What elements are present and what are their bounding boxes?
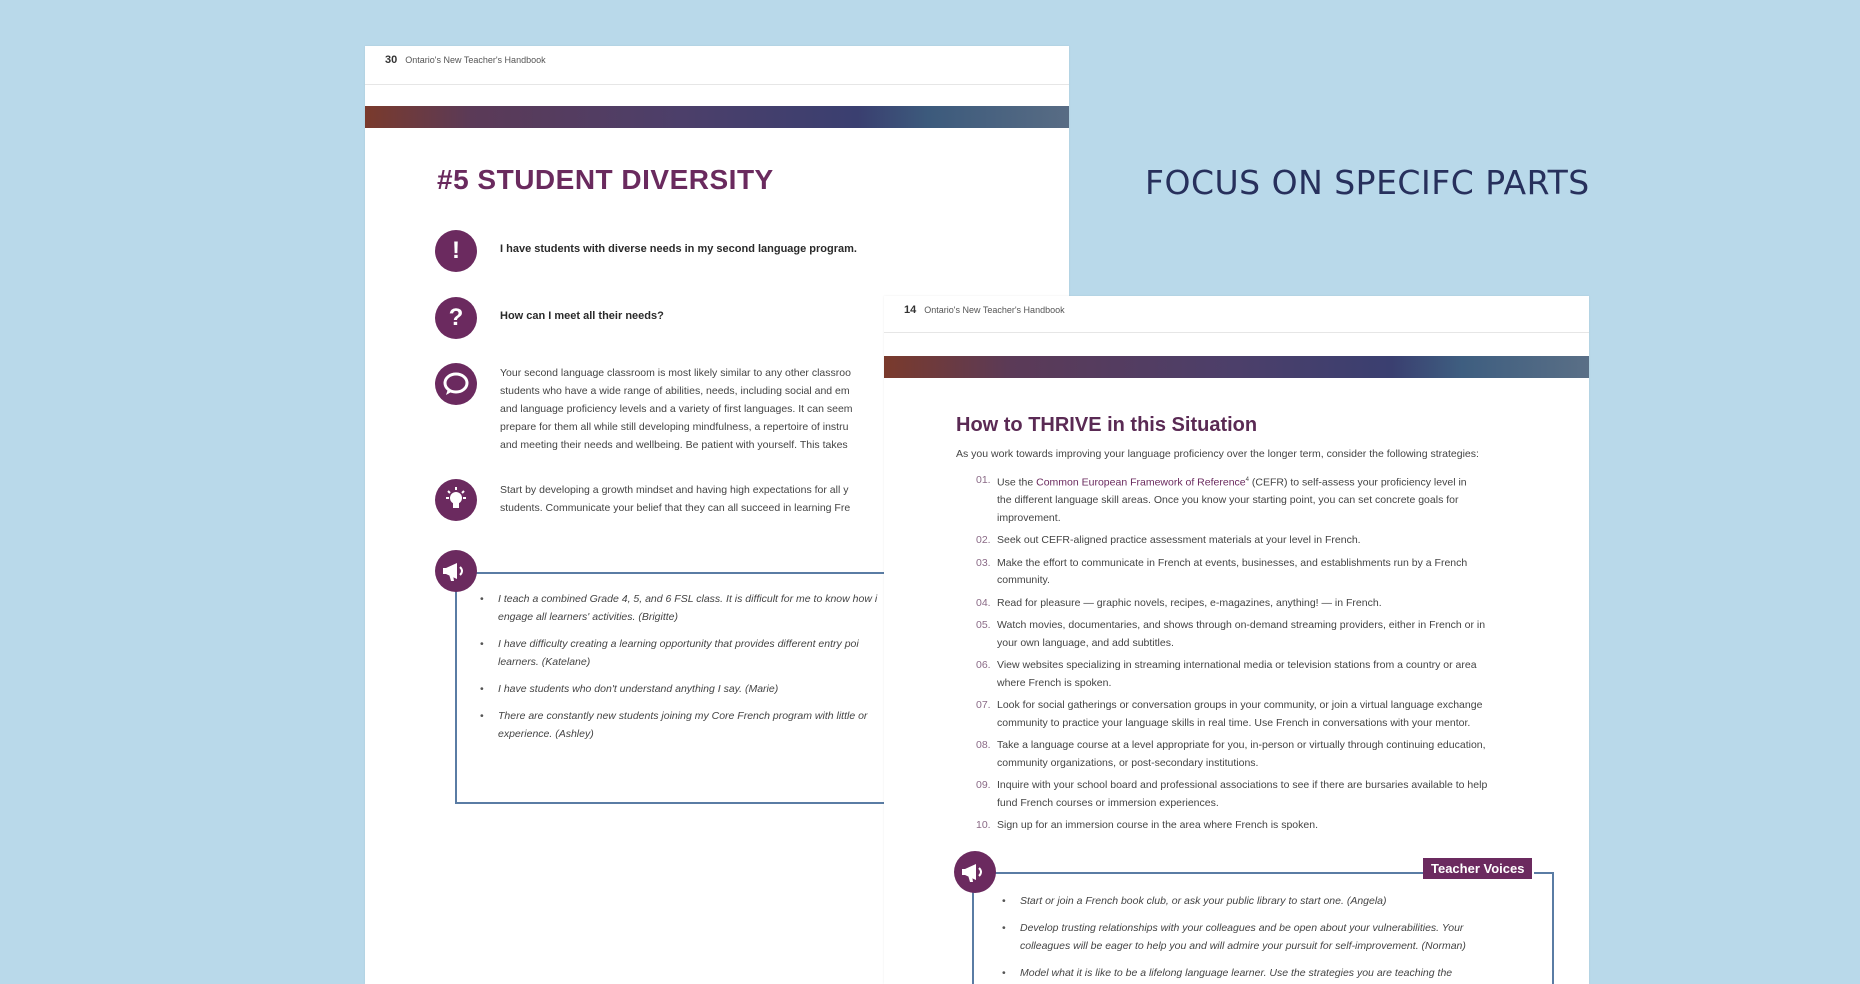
item-text-start: Take a language course at a level approp… [997,739,1486,751]
cefr-link[interactable]: Common European Framework of Reference [1036,477,1246,489]
item-text: Use the Common European Framework of Ref… [997,472,1556,527]
front-page-title: How to THRIVE in this Situation [956,414,1258,436]
voice-line: There are constantly new students joinin… [498,710,868,722]
item-text-line: community to practice your language skil… [997,716,1471,729]
voice-line: Model what it is like to be a lifelong l… [1020,967,1453,979]
front-running-header: Ontario's New Teacher's Handbook [924,305,1065,315]
front-voices-list: Start or join a French book club, or ask… [1002,892,1466,984]
megaphone-icon [954,851,996,893]
voice-line: Develop trusting relationships with your… [1020,922,1464,934]
item-text-line: your own language, and add subtitles. [997,636,1174,649]
list-item: 05. Watch movies, documentaries, and show… [976,617,1556,652]
item-text-line: community. [997,574,1050,586]
voice-line: experience. (Ashley) [498,728,594,740]
back-voices-list: I teach a combined Grade 4, 5, and 6 FSL… [480,590,877,752]
back-color-band [365,106,1069,128]
back-page-number: 30 [385,54,398,66]
item-number: 06. [976,659,991,671]
item-number: 05. [976,619,991,631]
voice-line: learners. (Katelane) [498,656,591,668]
front-page-header: 14 Ontario's New Teacher's Handbook [904,304,1065,316]
speech-bubble-icon [435,363,477,405]
list-item: Develop trusting relationships with your… [1002,919,1466,955]
list-item: I have difficulty creating a learning op… [480,635,877,671]
back-running-header: Ontario's New Teacher's Handbook [405,55,546,65]
item-text: Read for pleasure — graphic novels, reci… [997,596,1382,609]
voice-line: I have difficulty creating a learning op… [498,638,859,650]
back-page-title: #5 STUDENT DIVERSITY [437,164,774,195]
item-text-line: community organizations, or post-seconda… [997,756,1259,769]
voice-line: Start or join a French book club, or ask… [1020,895,1387,907]
front-color-band [884,356,1589,378]
list-item: 07. Look for social gatherings or convers… [976,697,1556,732]
list-item: I have students who don't understand any… [480,680,877,698]
item-number: 07. [976,699,991,711]
item-text-line: fund French courses or immersion experie… [997,796,1219,809]
item-text-line: the different language skill areas. Once… [997,494,1459,506]
exclamation-icon: ! [435,230,477,272]
front-voices-top-border [979,872,1439,874]
item-text: Take a language course at a level approp… [997,737,1556,772]
teacher-voices-badge: Teacher Voices [1423,858,1533,879]
megaphone-icon [435,550,477,592]
list-item: I teach a combined Grade 4, 5, and 6 FSL… [480,590,877,626]
item-number: 03. [976,556,991,569]
front-page-number: 14 [904,304,917,316]
list-item: Start or join a French book club, or ask… [1002,892,1466,910]
item-text: View websites specializing in streaming … [997,657,1556,692]
item-text: Seek out CEFR-aligned practice assessmen… [997,534,1361,546]
front-voices-top-right [1534,872,1554,874]
statement-text: I have students with diverse needs in my… [500,243,857,255]
back-header-divider [365,84,1069,85]
front-page: 14 Ontario's New Teacher's Handbook How t… [884,296,1589,984]
front-header-divider [884,332,1589,333]
voice-line: I teach a combined Grade 4, 5, and 6 FSL… [498,593,878,605]
question-text: How can I meet all their needs? [500,310,664,322]
item-number: 10. [976,819,991,831]
item-text: Make the effort to communicate in French… [997,555,1556,590]
item-number: 04. [976,596,991,609]
list-item: 01. Use the Common European Framework of… [976,472,1556,527]
item-text-start: Inquire with your school board and profe… [997,779,1488,791]
strategy-list: 01. Use the Common European Framework of… [976,472,1556,840]
list-item: 09. Inquire with your school board and pr… [976,777,1556,812]
item-text-start: View websites specializing in streaming … [997,659,1477,671]
item-text-line: where French is spoken. [997,676,1112,689]
list-item: 02. Seek out CEFR-aligned practice assess… [976,532,1556,550]
front-intro: As you work towards improving your langu… [956,448,1479,460]
list-item: 06. View websites specializing in streami… [976,657,1556,692]
item-text-start: Watch movies, documentaries, and shows t… [997,619,1486,631]
question-icon: ? [435,297,477,339]
list-item: 10. Sign up for an immersion course in th… [976,817,1556,835]
voice-line: engage all learners' activities. (Brigit… [498,611,679,623]
item-number: 01. [976,474,991,486]
list-item: 03. Make the effort to communicate in Fre… [976,555,1556,590]
voice-line: I have students who don't understand any… [498,683,779,695]
item-number: 02. [976,534,991,546]
item-text: Inquire with your school board and profe… [997,777,1556,812]
item-text: Sign up for an immersion course in the a… [997,819,1318,831]
list-item: 04. Read for pleasure — graphic novels, r… [976,595,1556,613]
item-text-start: Use the [997,476,1037,489]
lightbulb-icon [435,479,477,521]
item-text-line: improvement. [997,511,1061,524]
item-text-start: Look for social gatherings or conversati… [997,699,1483,711]
focus-heading: FOCUS ON SPECIFC PARTS [1145,163,1590,202]
item-number: 09. [976,779,991,791]
list-item: There are constantly new students joinin… [480,707,877,743]
item-text-start: Make the effort to communicate in French… [997,556,1468,569]
item-text-end: (CEFR) to self-assess your proficiency l… [1248,476,1467,489]
item-number: 08. [976,739,991,751]
list-item: 08. Take a language course at a level app… [976,737,1556,772]
item-text: Look for social gatherings or conversati… [997,697,1556,732]
list-item: Model what it is like to be a lifelong l… [1002,964,1466,982]
voice-line: colleagues will be eager to help you and… [1020,940,1466,952]
front-voices-right-border [1552,872,1554,984]
back-page-header: 30 Ontario's New Teacher's Handbook [385,54,546,66]
item-text: Watch movies, documentaries, and shows t… [997,617,1556,652]
